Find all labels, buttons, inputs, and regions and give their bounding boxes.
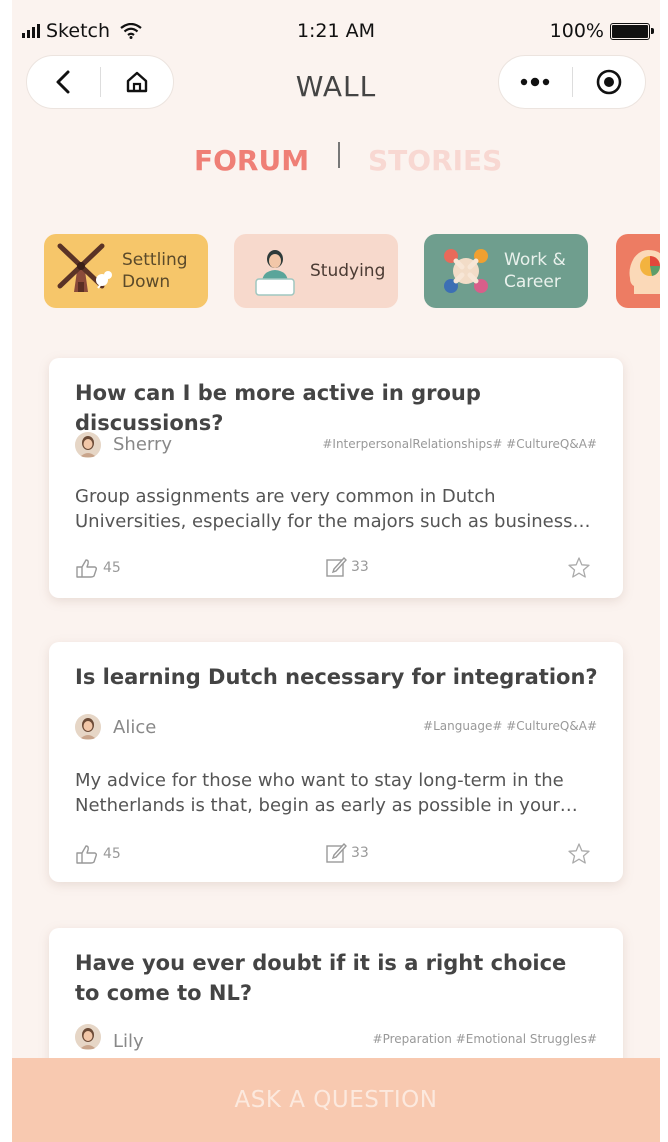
post-title[interactable]: Have you ever doubt if it is a right cho… (75, 948, 595, 1008)
post-excerpt: Group assignments are very common in Dut… (75, 486, 591, 532)
comment-button[interactable]: 33 (325, 556, 369, 578)
team-icon (444, 249, 488, 293)
tab-divider (338, 142, 340, 168)
post-tags[interactable]: #Preparation #Emotional Struggles# (373, 1032, 597, 1046)
battery-percent: 100% (549, 20, 604, 42)
avatar[interactable] (75, 714, 101, 740)
edit-comment-icon (326, 556, 347, 577)
thumbs-up-icon (76, 845, 98, 864)
user-avatar-icon (75, 1024, 101, 1050)
star-icon (568, 843, 590, 864)
category-carousel: Settling Down Studying Work & Career (44, 234, 660, 310)
category-label: Settling Down (122, 250, 188, 292)
star-icon (568, 557, 590, 578)
tab-forum[interactable]: FORUM (194, 144, 309, 177)
windmill-icon (57, 243, 112, 292)
category-studying[interactable]: Studying (234, 234, 398, 308)
post-author[interactable]: Sherry (113, 434, 172, 455)
category-label: Studying (310, 261, 386, 281)
post-card[interactable]: How can I be more active in group discus… (49, 358, 623, 598)
ask-question-button[interactable]: ASK A QUESTION (12, 1058, 660, 1142)
like-count: 45 (103, 846, 121, 862)
like-count: 45 (103, 560, 121, 576)
post-title[interactable]: How can I be more active in group discus… (75, 378, 615, 438)
post-tags[interactable]: #InterpersonalRelationships# #CultureQ&A… (322, 437, 597, 451)
category-label: Work & Career (504, 250, 566, 292)
avatar[interactable] (75, 432, 101, 458)
target-circle-icon (596, 69, 622, 95)
favorite-button[interactable] (567, 556, 591, 584)
comment-button[interactable]: 33 (325, 842, 369, 864)
more-dots-icon (521, 77, 550, 87)
status-bar: Sketch 1:21 AM 100% (12, 0, 660, 62)
edit-comment-icon (326, 842, 347, 863)
more-button[interactable] (499, 55, 572, 109)
app-screen: Sketch 1:21 AM 100% WALL FORUM STORIES S… (12, 0, 660, 1142)
post-title[interactable]: Is learning Dutch necessary for integrat… (75, 662, 615, 692)
post-tags[interactable]: #Language# #CultureQ&A# (423, 719, 597, 733)
post-author[interactable]: Alice (113, 717, 156, 738)
forum-stories-tabs: FORUM STORIES (12, 140, 660, 184)
post-excerpt: My advice for those who want to stay lon… (75, 770, 578, 816)
like-button[interactable]: 45 (75, 558, 121, 578)
user-avatar-icon (75, 432, 101, 458)
like-button[interactable]: 45 (75, 844, 121, 864)
thumbs-up-icon (76, 559, 98, 578)
head-icon (629, 250, 660, 294)
user-avatar-icon (75, 714, 101, 740)
category-settling-down[interactable]: Settling Down (44, 234, 208, 308)
avatar[interactable] (75, 1024, 101, 1050)
favorite-button[interactable] (567, 842, 591, 870)
close-miniprogram-button[interactable] (573, 55, 646, 109)
category-work-career[interactable]: Work & Career (424, 234, 588, 308)
nav-right-capsule (498, 55, 646, 109)
battery-icon (610, 22, 654, 40)
tab-stories[interactable]: STORIES (368, 144, 502, 177)
category-partial[interactable] (616, 234, 660, 308)
post-author[interactable]: Lily (113, 1031, 144, 1052)
comment-count: 33 (351, 559, 369, 575)
comment-count: 33 (351, 845, 369, 861)
post-card[interactable]: Is learning Dutch necessary for integrat… (49, 642, 623, 882)
battery: 100% (549, 20, 654, 42)
student-icon (255, 250, 295, 296)
